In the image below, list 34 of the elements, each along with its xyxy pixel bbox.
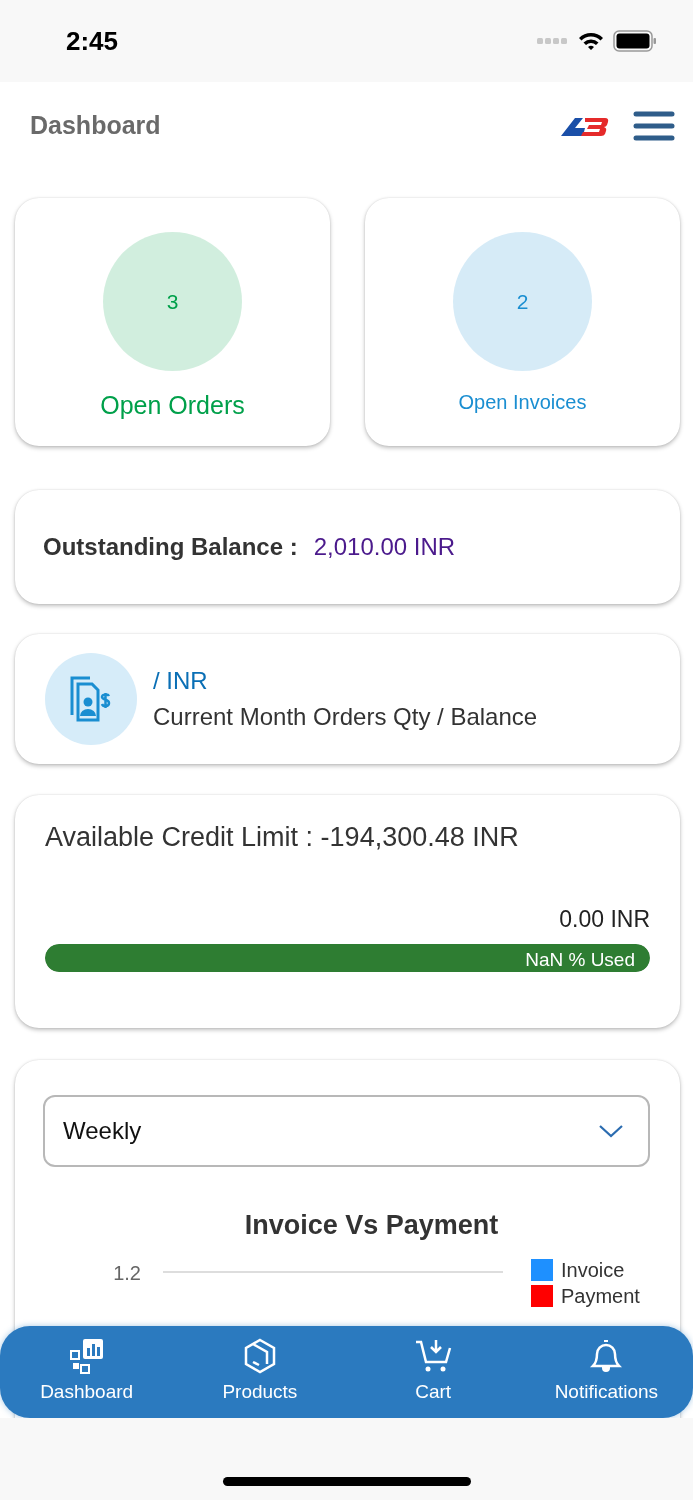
outstanding-label: Outstanding Balance :	[43, 532, 298, 562]
menu-button[interactable]	[633, 110, 675, 142]
page-title: Dashboard	[30, 110, 161, 142]
chevron-down-icon	[598, 1124, 624, 1138]
count-card[interactable]: 3 Open Orders	[15, 198, 330, 446]
cart-icon	[414, 1337, 453, 1374]
chart-icon	[68, 1337, 105, 1374]
signal-icon	[537, 37, 569, 45]
tab-button[interactable]: Cart	[346, 1326, 520, 1418]
count-card[interactable]: 2 Open Invoices	[365, 198, 680, 446]
credit-amount: 0.00 INR	[558, 904, 650, 934]
tab-button[interactable]: Products	[173, 1326, 347, 1418]
battery-icon	[613, 30, 657, 52]
usage-text: NaN % Used	[525, 948, 635, 972]
legend-label: Payment	[561, 1283, 640, 1308]
period-dropdown[interactable]: Weekly	[43, 1095, 650, 1167]
chart-title: Invoice Vs Payment	[243, 1209, 500, 1242]
tab-button[interactable]: Notifications	[519, 1326, 693, 1418]
status-time: 2:45	[66, 24, 119, 58]
credit-limit-text: Available Credit Limit : -194,300.48 INR	[45, 821, 520, 854]
count-label: Open Invoices	[458, 390, 587, 415]
axis-tick-label: 1.2	[112, 1260, 142, 1286]
wifi-icon	[577, 30, 605, 52]
count-label: Open Orders	[100, 390, 245, 421]
month-value: / INR	[153, 666, 209, 696]
document-dollar-icon	[69, 675, 113, 723]
box-icon	[242, 1337, 277, 1374]
count-value: 2	[453, 232, 592, 371]
count-value: 3	[103, 232, 242, 371]
tab-button[interactable]: Dashboard	[0, 1326, 174, 1418]
month-caption: Current Month Orders Qty / Balance	[153, 702, 538, 732]
legend-label: Invoice	[561, 1257, 625, 1282]
bell-icon	[589, 1337, 624, 1374]
outstanding-value: 2,010.00 INR	[313, 532, 456, 562]
